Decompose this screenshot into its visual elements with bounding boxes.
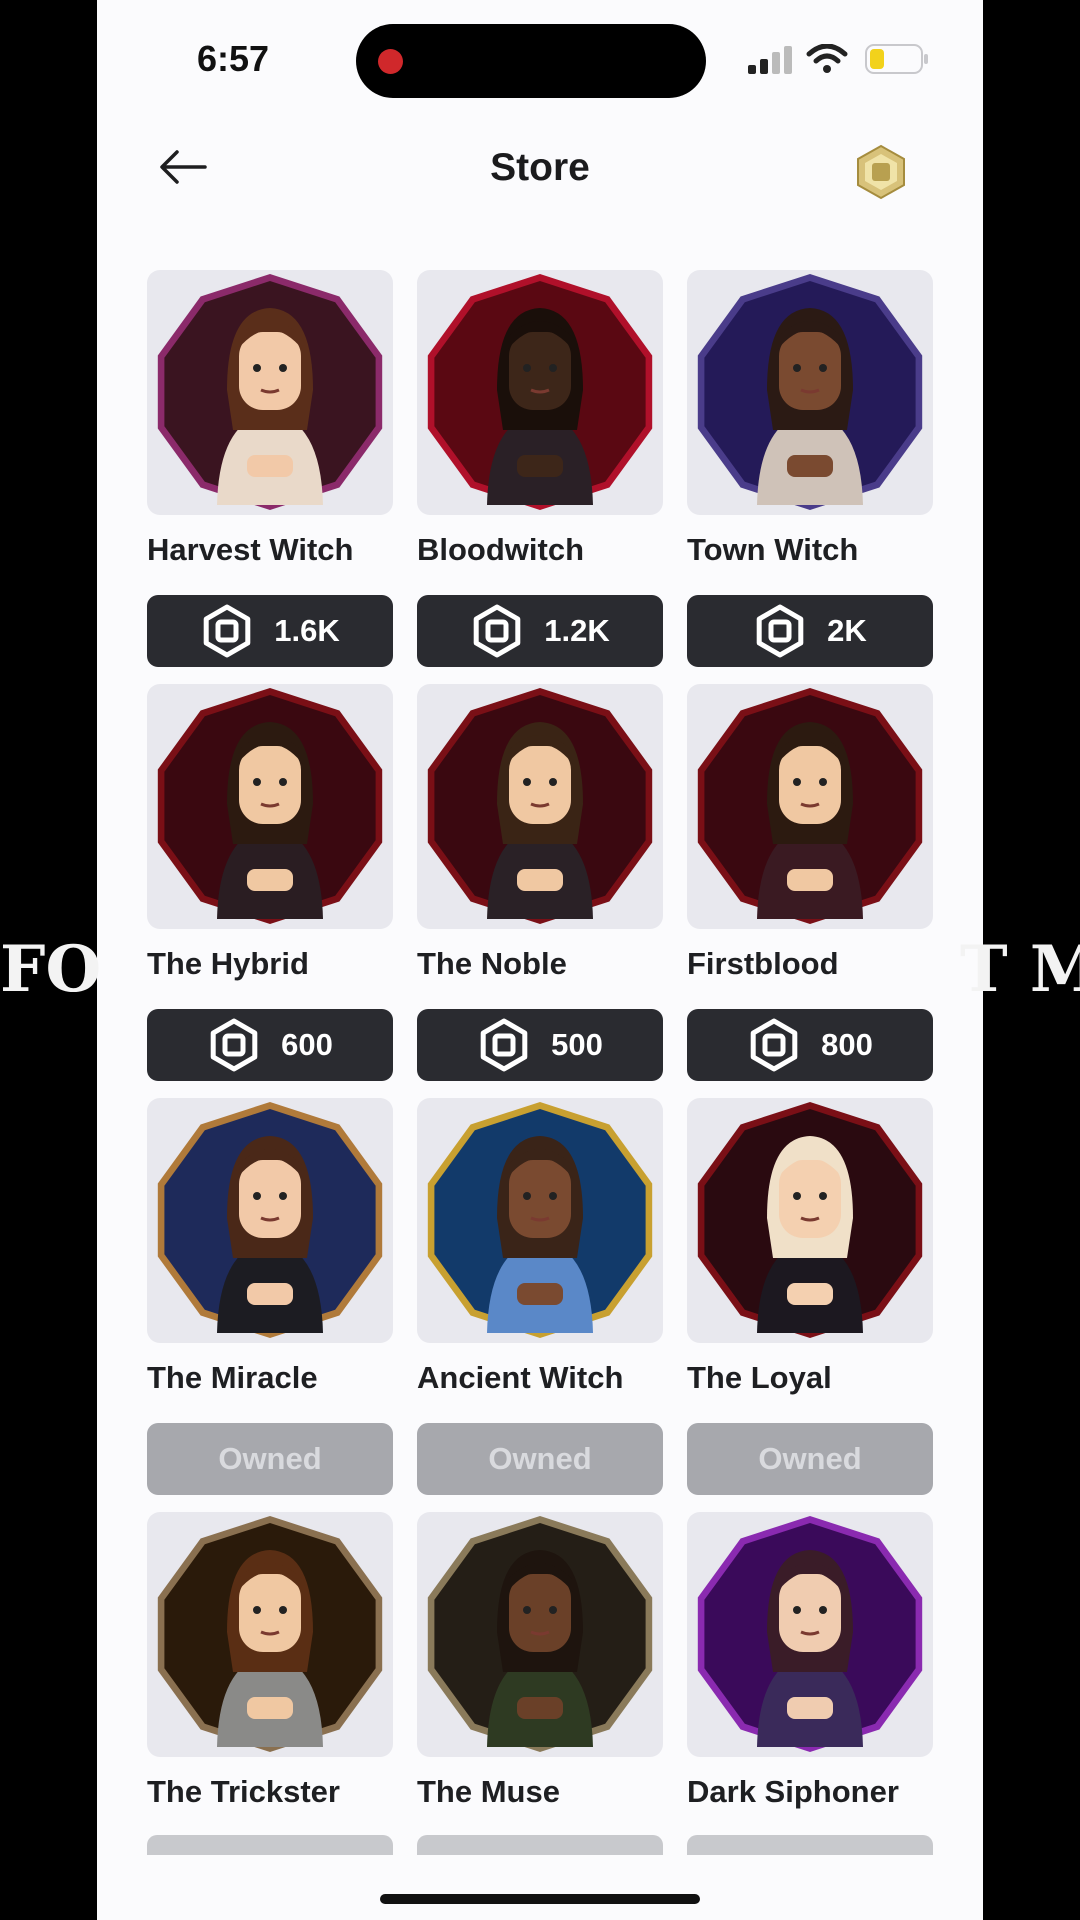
item-name: Dark Siphoner: [687, 1774, 899, 1809]
store-item-card[interactable]: Ancient Witch Owned: [417, 1098, 663, 1518]
store-item-card[interactable]: Dark Siphoner: [687, 1512, 933, 1920]
item-price: 600: [281, 1027, 333, 1062]
item-price: 2K: [827, 613, 867, 648]
item-thumbnail[interactable]: [147, 270, 393, 515]
buy-button[interactable]: 1.6K: [147, 595, 393, 667]
buy-button[interactable]: [417, 1835, 663, 1855]
item-name: Town Witch: [687, 532, 859, 567]
item-price: 500: [551, 1027, 603, 1062]
item-name: Ancient Witch: [417, 1360, 624, 1395]
item-thumbnail[interactable]: [417, 684, 663, 929]
page-title: Store: [490, 146, 590, 189]
item-thumbnail[interactable]: [687, 1098, 933, 1343]
robux-icon: [756, 604, 804, 658]
wifi-icon: [806, 44, 848, 73]
store-screen: 6:57 Store Harvest Witch 1.6K Bloodwitch 1.…: [97, 0, 983, 1920]
cellular-signal-icon: [748, 46, 792, 74]
robux-icon: [473, 604, 521, 658]
item-name: The Noble: [417, 946, 567, 981]
buy-button[interactable]: 600: [147, 1009, 393, 1081]
buy-button[interactable]: [687, 1835, 933, 1855]
robux-icon[interactable]: [855, 144, 907, 200]
item-price: Owned: [758, 1441, 862, 1476]
item-name: The Muse: [417, 1774, 560, 1809]
buy-button[interactable]: 2K: [687, 595, 933, 667]
owned-button[interactable]: Owned: [417, 1423, 663, 1495]
owned-button[interactable]: Owned: [687, 1423, 933, 1495]
item-name: Harvest Witch: [147, 532, 354, 567]
item-price: Owned: [488, 1441, 592, 1476]
item-thumbnail[interactable]: [687, 270, 933, 515]
item-thumbnail[interactable]: [147, 1098, 393, 1343]
recording-indicator-icon: [378, 49, 403, 74]
store-item-card[interactable]: The Muse: [417, 1512, 663, 1920]
store-item-card[interactable]: The Miracle Owned: [147, 1098, 393, 1518]
item-name: The Trickster: [147, 1774, 340, 1809]
dynamic-island: [356, 24, 706, 98]
robux-icon: [750, 1018, 798, 1072]
store-item-card[interactable]: Harvest Witch 1.6K: [147, 270, 393, 690]
svg-text:FO: FO: [0, 932, 101, 1007]
item-thumbnail[interactable]: [147, 684, 393, 929]
item-price: Owned: [218, 1441, 322, 1476]
item-name: The Loyal: [687, 1360, 832, 1395]
item-price: 1.6K: [274, 613, 340, 648]
item-name: Firstblood: [687, 946, 839, 981]
item-name: The Hybrid: [147, 946, 309, 981]
buy-button[interactable]: 500: [417, 1009, 663, 1081]
store-item-card[interactable]: The Trickster: [147, 1512, 393, 1920]
item-thumbnail[interactable]: [417, 1512, 663, 1757]
store-item-card[interactable]: Bloodwitch 1.2K: [417, 270, 663, 690]
buy-button[interactable]: [147, 1835, 393, 1855]
item-name: The Miracle: [147, 1360, 318, 1395]
item-name: Bloodwitch: [417, 532, 585, 567]
item-thumbnail[interactable]: [417, 270, 663, 515]
store-item-card[interactable]: The Loyal Owned: [687, 1098, 933, 1518]
store-item-card[interactable]: The Noble 500: [417, 684, 663, 1104]
battery-icon: [865, 44, 928, 74]
item-thumbnail[interactable]: [417, 1098, 663, 1343]
item-thumbnail[interactable]: [687, 1512, 933, 1757]
item-price: 1.2K: [544, 613, 610, 648]
robux-icon: [203, 604, 251, 658]
robux-icon: [210, 1018, 258, 1072]
item-thumbnail[interactable]: [147, 1512, 393, 1757]
home-indicator[interactable]: [380, 1894, 700, 1904]
store-item-card[interactable]: Firstblood 800: [687, 684, 933, 1104]
status-time: 6:57: [197, 38, 270, 79]
buy-button[interactable]: 800: [687, 1009, 933, 1081]
item-price: 800: [821, 1027, 873, 1062]
owned-button[interactable]: Owned: [147, 1423, 393, 1495]
store-item-card[interactable]: Town Witch 2K: [687, 270, 933, 690]
store-item-card[interactable]: The Hybrid 600: [147, 684, 393, 1104]
item-thumbnail[interactable]: [687, 684, 933, 929]
robux-icon: [480, 1018, 528, 1072]
buy-button[interactable]: 1.2K: [417, 595, 663, 667]
